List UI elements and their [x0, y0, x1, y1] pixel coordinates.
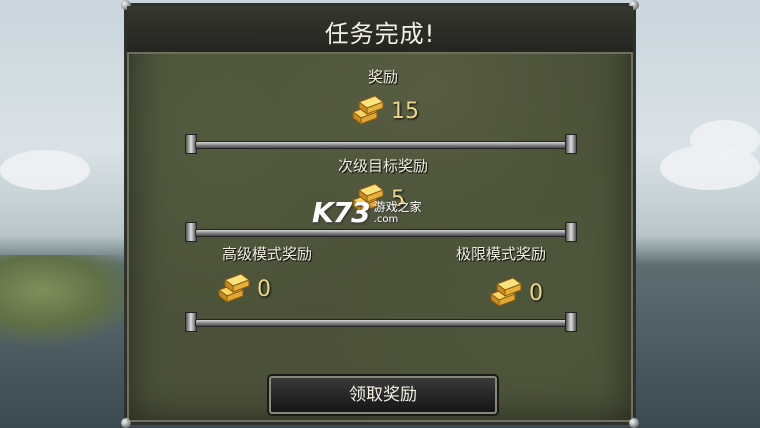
extreme-reward-label: 极限模式奖励 — [455, 245, 546, 263]
watermark-subtitle: 游戏之家 — [373, 199, 422, 214]
gold-bars-icon — [489, 277, 523, 307]
gold-bars-icon — [217, 273, 251, 303]
reward-extreme: 0 — [485, 276, 543, 310]
gold-bars-icon — [351, 95, 385, 125]
reward-amount: 0 — [529, 280, 543, 306]
watermark-brand: K73 — [312, 195, 371, 229]
reward-amount: 0 — [257, 276, 271, 302]
rivet-icon — [121, 418, 131, 428]
coastline — [0, 255, 140, 345]
advanced-reward-label: 高级模式奖励 — [221, 245, 312, 263]
reward-label: 奖励 — [367, 68, 398, 86]
watermark-domain: .com — [373, 213, 399, 225]
reward-amount: 15 — [391, 98, 419, 124]
rivet-icon — [629, 418, 639, 428]
dialog-title: 任务完成! — [324, 20, 436, 48]
divider — [185, 134, 577, 154]
cloud — [690, 120, 760, 160]
claim-reward-button[interactable]: 领取奖励 — [269, 376, 497, 414]
dialog-header: 任务完成! — [127, 6, 633, 54]
cloud — [0, 150, 90, 190]
watermark-logo: K73 游戏之家 .com — [312, 194, 452, 230]
reward-advanced: 0 — [213, 272, 271, 306]
secondary-reward-label: 次级目标奖励 — [337, 157, 428, 175]
reward-base: 15 — [347, 94, 419, 128]
divider — [185, 312, 577, 332]
